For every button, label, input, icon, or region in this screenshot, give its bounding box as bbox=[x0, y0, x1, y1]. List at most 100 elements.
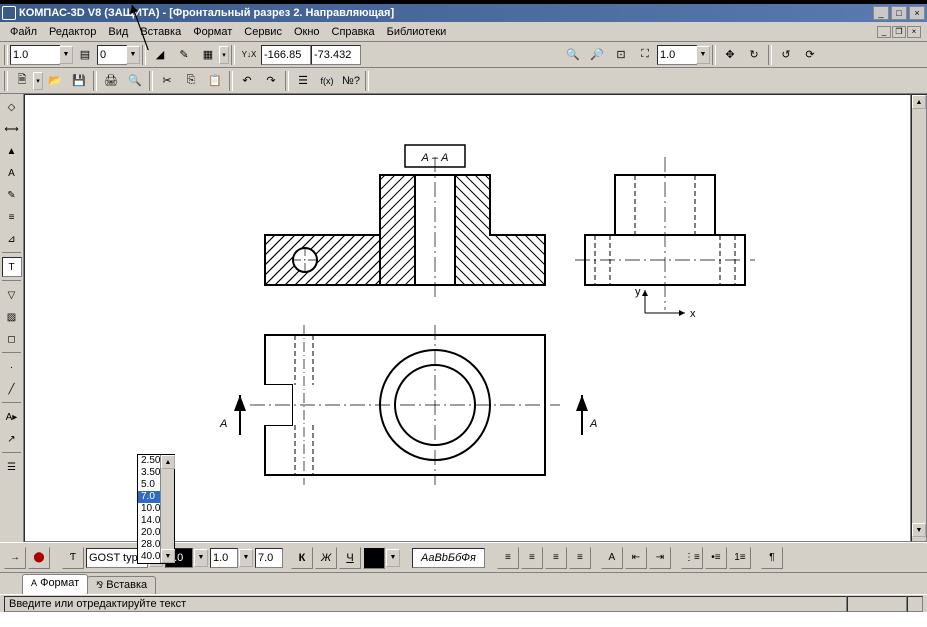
tool-measure-icon[interactable]: ⊿ bbox=[2, 229, 22, 249]
menu-window[interactable]: Окно bbox=[288, 24, 326, 40]
align-center-button[interactable]: ≡ bbox=[521, 547, 543, 569]
vertical-scrollbar[interactable]: ▲ ▼ bbox=[911, 94, 927, 542]
paragraph-button[interactable]: ¶ bbox=[761, 547, 783, 569]
tab-format[interactable]: А Формат bbox=[22, 574, 88, 594]
color-dropdown-icon[interactable]: ▼ bbox=[386, 549, 400, 567]
new-icon[interactable]: 🗎 bbox=[11, 70, 33, 92]
scroll-up-icon[interactable]: ▲ bbox=[912, 95, 926, 109]
layer-dropdown-icon[interactable]: ▼ bbox=[126, 46, 140, 64]
menu-libraries[interactable]: Библиотеки bbox=[381, 24, 453, 40]
redo-icon[interactable]: ↷ bbox=[260, 70, 282, 92]
brush-icon[interactable]: ✎ bbox=[173, 44, 195, 66]
layer-icon[interactable]: ▤ bbox=[74, 44, 96, 66]
tool-T-icon[interactable]: T bbox=[2, 257, 22, 277]
menu-help[interactable]: Справка bbox=[326, 24, 381, 40]
doc-minimize-button[interactable]: _ bbox=[877, 26, 891, 38]
italic-button[interactable]: Ж bbox=[315, 547, 337, 569]
apply-button[interactable]: → bbox=[4, 547, 26, 569]
align-left-button[interactable]: ≡ bbox=[497, 547, 519, 569]
title-bar: КОМПАС-3D V8 (ЗАЩИТА) - [Фронтальный раз… bbox=[0, 4, 927, 22]
list-3-button[interactable]: 1≡ bbox=[729, 547, 751, 569]
tool-view-icon[interactable]: ▽ bbox=[2, 285, 22, 305]
font-size-a-dropdown-icon[interactable]: ▼ bbox=[194, 549, 208, 567]
coord-x-input[interactable] bbox=[261, 45, 311, 65]
tool-contour-icon[interactable]: ◻ bbox=[2, 329, 22, 349]
menu-bar: Файл Редактор Вид Вставка Формат Сервис … bbox=[0, 22, 927, 42]
preview-icon[interactable]: 🔍 bbox=[124, 70, 146, 92]
print-icon[interactable]: 🖨 bbox=[100, 70, 122, 92]
vars-icon[interactable]: f(x) bbox=[316, 70, 338, 92]
list-scroll-up-icon[interactable]: ▲ bbox=[161, 455, 175, 469]
menu-service[interactable]: Сервис bbox=[238, 24, 288, 40]
align-right-button[interactable]: ≡ bbox=[545, 547, 567, 569]
menu-view[interactable]: Вид bbox=[102, 24, 134, 40]
cut-icon[interactable]: ✂ bbox=[156, 70, 178, 92]
zoom-dropdown-icon[interactable]: ▼ bbox=[696, 46, 710, 64]
list-2-button[interactable]: •≡ bbox=[705, 547, 727, 569]
copy-icon[interactable]: ⎘ bbox=[180, 70, 202, 92]
style-a-button[interactable]: A bbox=[601, 547, 623, 569]
menu-file[interactable]: Файл bbox=[4, 24, 43, 40]
tool-marks-icon[interactable]: ▲ bbox=[2, 141, 22, 161]
help-icon[interactable]: №? bbox=[340, 70, 362, 92]
coord-y-input[interactable] bbox=[311, 45, 361, 65]
props-icon[interactable]: ☰ bbox=[292, 70, 314, 92]
menu-insert[interactable]: Вставка bbox=[134, 24, 187, 40]
zoom-out-icon[interactable]: 🔎 bbox=[586, 44, 608, 66]
refresh-icon[interactable]: ↺ bbox=[775, 44, 797, 66]
grid-icon[interactable]: ▦ bbox=[197, 44, 219, 66]
paste-icon[interactable]: 📋 bbox=[204, 70, 226, 92]
eraser-icon[interactable]: ◢ bbox=[149, 44, 171, 66]
indent-dec-button[interactable]: ⇤ bbox=[625, 547, 647, 569]
tool-param-icon[interactable]: ≡ bbox=[2, 207, 22, 227]
tool-text-icon[interactable]: A bbox=[2, 163, 22, 183]
scroll-down-icon[interactable]: ▼ bbox=[912, 523, 926, 537]
doc-restore-button[interactable]: ❐ bbox=[892, 26, 906, 38]
tool-label-icon[interactable]: A▸ bbox=[2, 407, 22, 427]
status-bar: Введите или отредактируйте текст bbox=[0, 594, 927, 612]
tool-geometry-icon[interactable]: ◇ bbox=[2, 97, 22, 117]
redraw-icon[interactable]: ⟳ bbox=[799, 44, 821, 66]
new-dropdown-icon[interactable]: ▾ bbox=[33, 72, 43, 90]
menu-format[interactable]: Формат bbox=[187, 24, 238, 40]
zoom-window-icon[interactable]: ⊡ bbox=[610, 44, 632, 66]
font-size-b-input[interactable]: 7.0 bbox=[255, 548, 283, 568]
tool-dims-icon[interactable]: ⟷ bbox=[2, 119, 22, 139]
color-button[interactable] bbox=[363, 547, 385, 569]
underline-button[interactable]: Ч bbox=[339, 547, 361, 569]
doc-close-button[interactable]: × bbox=[907, 26, 921, 38]
minimize-button[interactable]: _ bbox=[873, 6, 889, 20]
scale-select[interactable]: 1.0 bbox=[10, 45, 60, 65]
bold-button[interactable]: К bbox=[291, 547, 313, 569]
rotate-icon[interactable]: ↻ bbox=[743, 44, 765, 66]
tool-hatch-icon[interactable]: ▨ bbox=[2, 307, 22, 327]
line-spacing-select[interactable]: 1.0 bbox=[210, 548, 238, 568]
grid-dropdown-icon[interactable]: ▾ bbox=[219, 46, 229, 64]
tool-line-icon[interactable]: ╱ bbox=[2, 379, 22, 399]
line-spacing-dropdown-icon[interactable]: ▼ bbox=[239, 549, 253, 567]
font-size-dropdown-list[interactable]: 2.503.505.07.010.014.020.028.040.0 ▲ ▼ bbox=[137, 454, 175, 564]
list-1-button[interactable]: ⋮≡ bbox=[681, 547, 703, 569]
layer-select[interactable]: 0 bbox=[97, 45, 127, 65]
xy-icon[interactable]: Y↓X bbox=[238, 44, 260, 66]
maximize-button[interactable]: □ bbox=[891, 6, 907, 20]
zoom-fit-icon[interactable]: ⛶ bbox=[634, 44, 656, 66]
undo-icon[interactable]: ↶ bbox=[236, 70, 258, 92]
scale-dropdown-icon[interactable]: ▼ bbox=[59, 46, 73, 64]
tool-arrow-icon[interactable]: ↗ bbox=[2, 429, 22, 449]
save-icon[interactable]: 💾 bbox=[68, 70, 90, 92]
tool-spec-icon[interactable]: ☰ bbox=[2, 457, 22, 477]
list-scroll-down-icon[interactable]: ▼ bbox=[161, 549, 175, 563]
open-icon[interactable]: 📂 bbox=[44, 70, 66, 92]
tool-point-icon[interactable]: · bbox=[2, 357, 22, 377]
tool-edit-icon[interactable]: ✎ bbox=[2, 185, 22, 205]
close-button[interactable]: × bbox=[909, 6, 925, 20]
zoom-select[interactable]: 1.0 bbox=[657, 45, 697, 65]
pan-icon[interactable]: ✥ bbox=[719, 44, 741, 66]
tab-insert[interactable]: ⅋ Вставка bbox=[87, 576, 156, 594]
indent-inc-button[interactable]: ⇥ bbox=[649, 547, 671, 569]
menu-edit[interactable]: Редактор bbox=[43, 24, 102, 40]
stop-button[interactable]: ⬤ bbox=[28, 547, 50, 569]
zoom-in-icon[interactable]: 🔍 bbox=[562, 44, 584, 66]
align-justify-button[interactable]: ≡ bbox=[569, 547, 591, 569]
